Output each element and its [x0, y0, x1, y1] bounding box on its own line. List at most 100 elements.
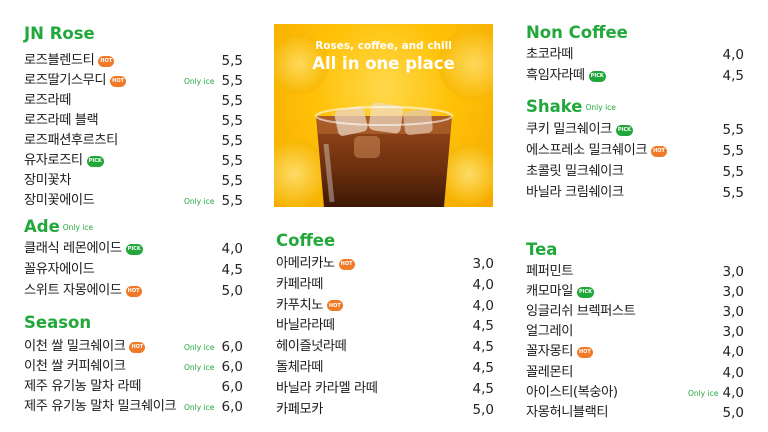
- menu-item-name: 초콜릿 밀크쉐이크: [526, 164, 624, 179]
- menu-item: 카푸치노 HOT 4,0: [276, 296, 494, 316]
- menu-item: 에스프레소 밀크쉐이크 HOT 5,5: [526, 141, 744, 161]
- menu-item: 꼴레몬티 4,0: [526, 363, 744, 383]
- menu-item-name: 잉글리쉬 브렉퍼스트: [526, 304, 636, 320]
- hot-badge: HOT: [326, 300, 343, 312]
- menu-item-price: 4,5: [472, 380, 494, 397]
- hot-badge: HOT: [98, 55, 115, 67]
- menu-item: 클래식 레몬에이드 PICK 4,0: [24, 239, 243, 259]
- menu-item: 제주 유기농 말차 라떼 6,0: [24, 377, 243, 397]
- hot-badge: HOT: [576, 346, 593, 358]
- hero-tagline: Roses, coffee, and chill: [315, 40, 452, 52]
- menu-item-name: 카페모카: [276, 401, 323, 417]
- menu-item: 로즈블렌드티 HOT 5,5: [24, 51, 243, 71]
- pick-badge: PICK: [615, 124, 633, 136]
- hot-badge: HOT: [110, 75, 126, 87]
- menu-item: 얼그레이 3,0: [526, 322, 744, 342]
- menu-item-price: 5,0: [472, 401, 494, 418]
- pick-badge: PICK: [576, 286, 595, 298]
- season-title: Season: [24, 313, 92, 332]
- menu-item-price: 4,0: [722, 384, 744, 401]
- menu-item-name: 페퍼민트: [526, 264, 573, 279]
- menu-item-name: 로즈블렌드티: [24, 53, 95, 68]
- menu-item-name: 스위트 자몽에이드: [24, 283, 122, 298]
- menu-item-name: 이천 쌀 밀크쉐이크: [24, 339, 126, 354]
- menu-item-price: 5,5: [221, 193, 243, 209]
- season-section: Season 이천 쌀 밀크쉐이크 HOT Only ice 6,0 이천 쌀 커피쉐이…: [24, 313, 243, 415]
- menu-item-name: 제주 유기농 말차 밀크쉐이크: [24, 399, 177, 414]
- ade-only-ice-note: Only ice: [62, 223, 94, 232]
- menu-item-name: 로즈라떼: [24, 93, 71, 108]
- menu-item-price: 5,5: [221, 153, 243, 169]
- pick-badge: PICK: [588, 70, 606, 82]
- menu-item-name: 꼴레몬티: [526, 364, 573, 380]
- menu-item: 흑임자라떼 PICK 4,5: [526, 66, 744, 86]
- menu-item-name: 꼴유자에이드: [24, 262, 95, 277]
- menu-item-name: 바닐라 카라멜 라떼: [276, 380, 378, 396]
- menu-item-price: 5,5: [722, 143, 744, 159]
- menu-item-name: 얼그레이: [526, 324, 573, 340]
- coffee-title: Coffee: [276, 231, 336, 250]
- menu-item: 바닐라 카라멜 라떼 4,5: [276, 379, 494, 399]
- menu-item-price: 5,5: [221, 73, 243, 89]
- menu-item-name: 클래식 레몬에이드: [24, 241, 122, 256]
- hero-headline: All in one place: [312, 54, 455, 73]
- menu-item-price: 4,0: [722, 344, 744, 361]
- menu-item-price: 3,0: [722, 304, 744, 321]
- menu-item: 초콜릿 밀크쉐이크 5,5: [526, 162, 744, 182]
- menu-item-name: 돌체라떼: [276, 360, 323, 375]
- hot-badge: HOT: [129, 341, 146, 353]
- menu-item: 쿠키 밀크쉐이크 PICK 5,5: [526, 120, 744, 140]
- menu-item-name: 아이스티(복숭아): [526, 384, 618, 400]
- menu-item-price: 4,0: [722, 364, 744, 381]
- only-ice-note: Only ice: [184, 343, 215, 352]
- menu-item-price: 4,0: [472, 297, 494, 314]
- hero-image: Roses, coffee, and chill All in one plac…: [274, 24, 493, 207]
- ade-title: Ade Only ice: [24, 217, 243, 238]
- menu-item: 로즈딸기스무디 HOT Only ice 5,5: [24, 71, 243, 91]
- menu-item: 장미꽃에이드 Only ice 5,5: [24, 191, 243, 211]
- menu-item-price: 3,0: [472, 256, 494, 272]
- menu-item-name: 로즈딸기스무디: [24, 73, 107, 88]
- menu-item-name: 캐모마일: [526, 284, 573, 300]
- menu-item-price: 3,0: [722, 324, 744, 341]
- menu-item-name: 쿠키 밀크쉐이크: [526, 122, 612, 137]
- menu-item: 바닐라 크림쉐이크 5,5: [526, 183, 744, 203]
- menu-item-price: 5,0: [221, 283, 243, 299]
- menu-item-price: 6,0: [221, 399, 243, 415]
- jn-rose-title: JN Rose: [24, 24, 95, 43]
- menu-item-name: 초코라떼: [526, 47, 573, 62]
- menu-item: 이천 쌀 커피쉐이크 Only ice 6,0: [24, 357, 243, 377]
- hot-badge: HOT: [338, 258, 355, 270]
- menu-item: 로즈라떼 5,5: [24, 91, 243, 111]
- menu-item-price: 5,5: [221, 93, 243, 109]
- menu-item-price: 5,0: [722, 404, 744, 421]
- menu-item-price: 5,5: [722, 185, 744, 201]
- menu-item: 이천 쌀 밀크쉐이크 HOT Only ice 6,0: [24, 337, 243, 357]
- menu-item: 초코라떼 4,0: [526, 45, 744, 65]
- menu-item-price: 6,0: [221, 379, 243, 395]
- menu-item-name: 유자로즈티: [24, 153, 83, 168]
- tea-title: Tea: [526, 240, 558, 259]
- menu-item: 아메리카노 HOT 3,0: [276, 254, 494, 274]
- menu-item-price: 4,5: [472, 339, 494, 356]
- menu-item-price: 5,5: [722, 122, 744, 138]
- menu-item-price: 3,0: [722, 284, 744, 301]
- hot-badge: HOT: [651, 145, 667, 157]
- menu-item: 로즈라떼 블랙 5,5: [24, 111, 243, 131]
- pick-badge: PICK: [86, 155, 104, 167]
- menu-item-name: 에스프레소 밀크쉐이크: [526, 143, 648, 158]
- menu-item: 꼴유자에이드 4,5: [24, 260, 243, 280]
- menu-item-price: 4,5: [722, 68, 744, 84]
- only-ice-note: Only ice: [184, 197, 215, 206]
- menu-item: 스위트 자몽에이드 HOT 5,0: [24, 281, 243, 301]
- coffee-section: Coffee 아메리카노 HOT 3,0 카페라떼 4,0 카푸치노 HOT 4,0 바닐라라떼…: [276, 231, 494, 418]
- shake-only-ice-note: Only ice: [585, 103, 616, 112]
- menu-item: 유자로즈티 PICK 5,5: [24, 151, 243, 171]
- shake-section: Shake Only ice 쿠키 밀크쉐이크 PICK 5,5 에스프레소 밀크쉐이크…: [526, 97, 744, 201]
- pick-badge: PICK: [125, 243, 143, 255]
- menu-item: 페퍼민트 3,0: [526, 262, 744, 282]
- menu-item-price: 5,5: [221, 173, 243, 189]
- only-ice-note: Only ice: [184, 77, 215, 86]
- menu-item-name: 장미꽃에이드: [24, 193, 95, 208]
- menu-item-price: 5,5: [221, 133, 243, 149]
